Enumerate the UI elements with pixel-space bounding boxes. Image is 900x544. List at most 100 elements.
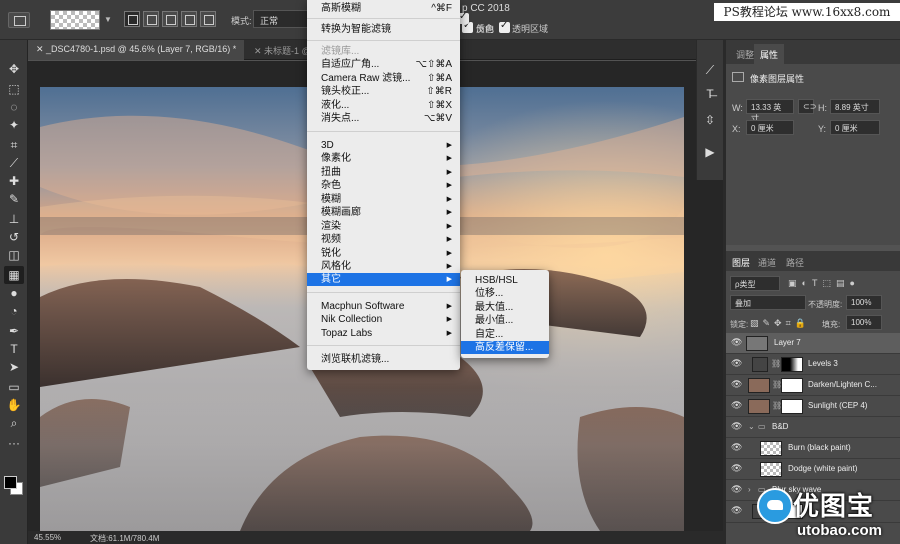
eye-icon[interactable]: 👁 xyxy=(731,338,742,347)
eye-icon[interactable]: 👁 xyxy=(731,380,742,389)
zoom-tool-icon[interactable]: ⌕ xyxy=(4,414,24,432)
menu-item-convert-smart-filter[interactable]: 转换为智能滤镜 xyxy=(307,23,460,36)
menu-item-camera-raw[interactable]: Camera Raw 滤镜... ⇧⌘A xyxy=(307,72,460,85)
character-panel-icon[interactable]: T̶ xyxy=(700,84,720,104)
eye-icon[interactable]: 👁 xyxy=(731,464,742,473)
layer-name[interactable]: Layer 7 xyxy=(774,338,801,347)
menu-item-other[interactable]: 其它 ▶ xyxy=(307,273,460,286)
eye-icon[interactable]: 👁 xyxy=(731,506,742,515)
menu-item-minimum[interactable]: 最小值... xyxy=(461,314,549,327)
hand-tool-icon[interactable]: ✋ xyxy=(4,396,24,414)
tab-properties[interactable]: 属性 xyxy=(754,44,785,65)
layer-row[interactable]: 👁 ⛓ Levels 3 xyxy=(726,354,900,375)
menu-item-noise[interactable]: 杂色 ▶ xyxy=(307,179,460,192)
glyphs-icon[interactable]: ⇳ xyxy=(700,110,720,130)
layer-row[interactable]: 👁 ⛓ Sunlight (CEP 4) xyxy=(726,396,900,417)
menu-item-nik-collection[interactable]: Nik Collection ▶ xyxy=(307,313,460,326)
eraser-tool-icon[interactable]: ◫ xyxy=(4,246,24,264)
menu-item-video[interactable]: 视频 ▶ xyxy=(307,233,460,246)
layer-mask-thumbnail[interactable] xyxy=(781,357,803,372)
shape-tool-icon[interactable]: ▭ xyxy=(4,378,24,396)
eye-icon[interactable]: 👁 xyxy=(731,401,742,410)
close-icon[interactable]: ✕ xyxy=(36,44,46,54)
tool-preset-picker[interactable] xyxy=(8,12,30,28)
menu-item-pixelate[interactable]: 像素化 ▶ xyxy=(307,152,460,165)
gradient-preview[interactable] xyxy=(50,10,100,30)
layer-mask-thumbnail[interactable] xyxy=(781,399,803,414)
menu-item-vanishing-point[interactable]: 消失点... ⌥⌘V xyxy=(307,112,460,125)
stamp-tool-icon[interactable]: ⊥ xyxy=(4,210,24,228)
layer-group-row[interactable]: 👁 ⌄ ▭ B&D xyxy=(726,417,900,438)
dodge-tool-icon[interactable]: ◔ xyxy=(4,302,24,320)
layer-mask-thumbnail[interactable] xyxy=(781,378,803,393)
history-brush-icon[interactable]: ↺ xyxy=(4,228,24,246)
menu-item-hsb-hsl[interactable]: HSB/HSL xyxy=(461,274,549,287)
menu-item-custom[interactable]: 自定... xyxy=(461,328,549,341)
tab-channels[interactable]: 通道 xyxy=(758,256,776,269)
tab-paths[interactable]: 路径 xyxy=(786,256,804,269)
menu-item-maximum[interactable]: 最大值... xyxy=(461,301,549,314)
play-action-icon[interactable]: ▶ xyxy=(700,142,720,162)
eye-icon[interactable]: 👁 xyxy=(731,485,742,494)
menu-item-3d[interactable]: 3D ▶ xyxy=(307,139,460,152)
eye-icon[interactable]: 👁 xyxy=(731,443,742,452)
transparency-checkbox[interactable] xyxy=(499,20,510,33)
marquee-tool-icon[interactable]: ⬚ xyxy=(4,80,24,98)
blur-tool-icon[interactable]: ● xyxy=(4,284,24,302)
layer-row[interactable]: 👁 Layer 7 xyxy=(726,333,900,354)
menu-item-stylize[interactable]: 风格化 ▶ xyxy=(307,260,460,273)
eyedropper-icon[interactable]: ⟋ xyxy=(4,154,24,172)
menu-item-liquify[interactable]: 液化... ⇧⌘X xyxy=(307,99,460,112)
layer-name[interactable]: Darken/Lighten C... xyxy=(808,380,877,389)
zoom-readout[interactable]: 45.55% xyxy=(34,533,61,542)
brush-presets-icon[interactable]: ⟋ xyxy=(700,60,720,80)
link-icon[interactable]: ⊂⊃ xyxy=(798,99,816,114)
reflected-gradient-button[interactable] xyxy=(181,11,197,27)
crop-tool-icon[interactable]: ⌗ xyxy=(4,136,24,154)
linear-gradient-button[interactable] xyxy=(124,11,140,27)
tab-layers[interactable]: 图层 xyxy=(732,256,750,269)
layer-name[interactable]: Dodge (white paint) xyxy=(788,464,857,473)
move-tool-icon[interactable]: ✥ xyxy=(4,60,24,78)
pen-tool-icon[interactable]: ✒ xyxy=(4,322,24,340)
x-field[interactable]: 0 厘米 xyxy=(746,120,794,135)
blend-mode-select[interactable]: 叠加 xyxy=(730,295,806,310)
menu-item-blur-gallery[interactable]: 模糊画廊 ▶ xyxy=(307,206,460,219)
eye-icon[interactable]: 👁 xyxy=(731,359,742,368)
gradient-tool-icon[interactable]: ▦ xyxy=(4,266,24,284)
menu-item-adaptive-wide-angle[interactable]: 自适应广角... ⌥⇧⌘A xyxy=(307,58,460,71)
chevron-down-icon[interactable]: ▼ xyxy=(104,15,112,24)
magic-wand-icon[interactable]: ✦ xyxy=(4,116,24,134)
menu-item-macphun[interactable]: Macphun Software ▶ xyxy=(307,300,460,313)
layer-row[interactable]: 👁 Burn (black paint) xyxy=(726,438,900,459)
tab-document-main[interactable]: ✕ _DSC4780-1.psd @ 45.6% (Layer 7, RGB/1… xyxy=(28,40,245,60)
eye-icon[interactable]: 👁 xyxy=(731,422,742,431)
mode-select[interactable]: 正常 xyxy=(253,10,308,28)
menu-item-topaz-labs[interactable]: Topaz Labs ▶ xyxy=(307,327,460,340)
menu-item-blur[interactable]: 模糊 ▶ xyxy=(307,193,460,206)
chevron-right-icon[interactable]: › xyxy=(748,485,751,494)
y-field[interactable]: 0 厘米 xyxy=(830,120,880,135)
angle-gradient-button[interactable] xyxy=(162,11,178,27)
menu-item-offset[interactable]: 位移... xyxy=(461,287,549,300)
close-icon[interactable]: ✕ xyxy=(254,46,264,56)
layer-name[interactable]: Sunlight (CEP 4) xyxy=(808,401,867,410)
menu-item-gaussian-blur[interactable]: 高斯模糊 ^⌘F xyxy=(307,2,460,15)
radial-gradient-button[interactable] xyxy=(143,11,159,27)
layer-kind-filter[interactable]: ρ类型 xyxy=(730,276,780,291)
menu-item-browse-online-filters[interactable]: 浏览联机滤镜... xyxy=(307,353,460,366)
type-tool-icon[interactable]: T xyxy=(4,340,24,358)
lasso-tool-icon[interactable]: ◌ xyxy=(4,98,24,116)
menu-item-high-pass[interactable]: 高反差保留... xyxy=(461,341,549,354)
layer-name[interactable]: B&D xyxy=(772,422,788,431)
healing-brush-icon[interactable]: ✚ xyxy=(4,172,24,190)
brush-tool-icon[interactable]: ✎ xyxy=(4,190,24,208)
foreground-color-swatch[interactable] xyxy=(4,476,17,489)
menu-item-render[interactable]: 渲染 ▶ xyxy=(307,220,460,233)
diamond-gradient-button[interactable] xyxy=(200,11,216,27)
layer-row[interactable]: 👁 Dodge (white paint) xyxy=(726,459,900,480)
more-tools-icon[interactable]: ··· xyxy=(4,434,24,452)
menu-item-distort[interactable]: 扭曲 ▶ xyxy=(307,166,460,179)
menu-item-sharpen[interactable]: 锐化 ▶ xyxy=(307,247,460,260)
lock-icons[interactable]: ▧✎✥⌗🔒 xyxy=(750,318,810,329)
